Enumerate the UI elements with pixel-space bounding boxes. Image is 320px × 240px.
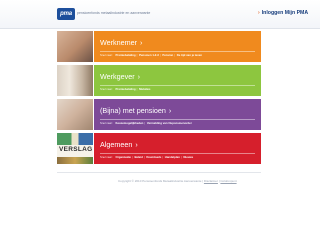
- panel-divider: [100, 84, 255, 86]
- werknemer-title-link[interactable]: Werknemer ›: [100, 38, 142, 47]
- link-vermelding[interactable]: Vermelding van Ouponsioenorder: [147, 121, 192, 125]
- login-mijn-pma-link[interactable]: › Inloggen Mijn PMA: [258, 10, 308, 16]
- chevron-right-icon: ›: [168, 106, 172, 115]
- site-header: pma pensioenfonds metaalindustrie en aan…: [0, 0, 320, 29]
- werkgever-panel: Werkgever › Snel naar: Premiebetaling| Mu…: [94, 65, 261, 96]
- footer: Copyright © 2010 Pensioenfonds Metaalind…: [118, 179, 237, 183]
- panel-divider: [100, 152, 255, 154]
- chevron-right-icon: ›: [258, 10, 260, 16]
- link-downloads[interactable]: Downloads: [146, 155, 161, 159]
- footer-link-colofon[interactable]: Colofonpunt: [220, 179, 236, 183]
- werkgever-photo: [57, 65, 93, 96]
- algemeen-title-link[interactable]: Algemeen ›: [100, 140, 138, 149]
- algemeen-panel: Algemeen › Snel naar: Organisatie| Beleid…: [94, 133, 261, 164]
- section-werknemer: Werknemer › Snel naar: Premiebetaling| Pe…: [57, 31, 261, 62]
- link-nieuws[interactable]: Nieuws: [183, 155, 193, 159]
- pensioen-quick-links: Snel naar: Keuzemogelijkheden| Vermeldin…: [100, 121, 192, 125]
- werknemer-quick-links: Snel naar: Premiebetaling| Pensioen 1-2-…: [100, 53, 202, 57]
- panel-divider: [100, 50, 255, 52]
- link-premiebetaling[interactable]: Premiebetaling: [116, 53, 136, 57]
- werknemer-photo: [57, 31, 93, 62]
- link-premiebetaling[interactable]: Premiebetaling: [116, 87, 136, 91]
- book-cover-bottom: [57, 157, 93, 164]
- werkgever-title-link[interactable]: Werkgever ›: [100, 72, 140, 81]
- link-separator: |: [136, 53, 138, 57]
- panel-divider: [100, 118, 255, 120]
- link-separator: |: [131, 155, 133, 159]
- section-bijna-met-pensioen: (Bijna) met pensioen › Snel naar: Keuzemo…: [57, 99, 261, 130]
- jaarverslag-photo: VERSLAG: [57, 133, 93, 164]
- link-separator: |: [174, 53, 175, 57]
- footer-divider: [57, 172, 261, 173]
- section-algemeen: VERSLAG Algemeen › Snel naar: Organisatie…: [57, 133, 261, 164]
- chevron-right-icon: ›: [140, 38, 143, 47]
- werknemer-panel: Werknemer › Snel naar: Premiebetaling| Pe…: [94, 31, 261, 62]
- link-separator: |: [136, 87, 138, 91]
- logo-tagline: pensioenfonds metaalindustrie en aanverw…: [77, 11, 151, 15]
- link-pension[interactable]: Pension: [162, 53, 173, 57]
- footer-copyright: Copyright © 2010 Pensioenfonds Metaalind…: [118, 179, 202, 183]
- link-tijd-van-je-leven[interactable]: De tijd van je leven: [177, 53, 202, 57]
- link-separator: |: [144, 121, 146, 125]
- werknemer-title: Werknemer: [100, 38, 138, 47]
- link-keuzemogelijkheden[interactable]: Keuzemogelijkheden: [116, 121, 144, 125]
- footer-link-disclaimer[interactable]: Disclaimer: [204, 179, 218, 183]
- werkgever-title: Werkgever: [100, 72, 135, 81]
- pensioen-title: (Bijna) met pensioen: [100, 106, 166, 115]
- link-separator: |: [143, 155, 145, 159]
- werkgever-quick-links: Snel naar: Premiebetaling| Mutaties: [100, 87, 150, 91]
- quick-links-lead: Snel naar:: [100, 87, 113, 91]
- chevron-right-icon: ›: [137, 72, 141, 81]
- link-mutaties[interactable]: Mutaties: [139, 87, 150, 91]
- link-separator: |: [162, 155, 164, 159]
- section-werkgever: Werkgever › Snel naar: Premiebetaling| Mu…: [57, 65, 261, 96]
- link-separator: |: [180, 155, 182, 159]
- link-pensioen-123[interactable]: Pensioen 1-2-3: [139, 53, 159, 57]
- quick-links-lead: Snel naar:: [100, 53, 113, 57]
- quick-links-lead: Snel naar:: [100, 121, 113, 125]
- pma-logo[interactable]: pma: [57, 8, 75, 20]
- pensioen-panel: (Bijna) met pensioen › Snel naar: Keuzemo…: [94, 99, 261, 130]
- book-cover-word: VERSLAG: [59, 146, 93, 153]
- quick-links-lead: Snel naar:: [100, 155, 113, 159]
- chevron-right-icon: ›: [135, 140, 138, 149]
- book-cover-top: [57, 133, 93, 145]
- pensioen-photo: [57, 99, 93, 130]
- algemeen-title: Algemeen: [100, 140, 133, 149]
- link-handelplan[interactable]: Handelplan: [165, 155, 180, 159]
- pensioen-title-link[interactable]: (Bijna) met pensioen ›: [100, 106, 171, 115]
- link-organisatie[interactable]: Organisatie: [116, 155, 131, 159]
- login-label: Inloggen Mijn PMA: [261, 10, 309, 16]
- link-separator: |: [159, 53, 161, 57]
- link-beleid[interactable]: Beleid: [134, 155, 142, 159]
- algemeen-quick-links: Snel naar: Organisatie| Beleid| Download…: [100, 155, 193, 159]
